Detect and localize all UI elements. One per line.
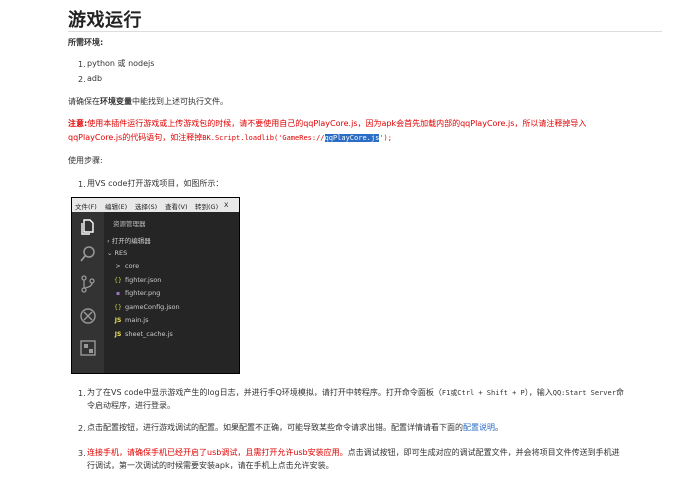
menu-item-more[interactable]: X	[224, 201, 228, 209]
list-number: 1.	[78, 60, 86, 69]
env-note: 请确保在环境变量中能找到上述可执行文件。	[68, 97, 228, 106]
config-docs-link[interactable]: 配置说明	[463, 423, 495, 432]
file-item-fighter-json[interactable]: {} fighter.json	[114, 276, 161, 284]
open-editors-section[interactable]: › 打开的编辑器	[107, 235, 151, 245]
search-icon[interactable]	[79, 245, 97, 263]
debug-icon[interactable]	[79, 307, 97, 325]
list-number: 1.	[78, 389, 86, 398]
step-3: 点击配置按钮，进行游戏调试的配置。如果配置不正确，可能导致某些命令请求出错。配置…	[87, 423, 503, 432]
file-item-gameconfig-json[interactable]: {} gameConfig.json	[114, 303, 179, 311]
file-item-core[interactable]: > core	[114, 262, 139, 270]
menu-item-file[interactable]: 文件(F)	[75, 201, 97, 211]
step-4-line-2: 行调试，第一次调试的时候需要安装apk，请在手机上点击允许安装。	[87, 461, 334, 470]
files-icon[interactable]	[79, 218, 97, 236]
step-2-line-1: 为了在VS code中显示游戏产生的log日志，并进行手Q环境模拟，请打开中转程…	[87, 388, 624, 397]
res-folder[interactable]: ⌄ RES	[107, 249, 127, 257]
list-number: 3.	[78, 449, 86, 458]
list-number: 2.	[78, 424, 86, 433]
list-number: 2.	[78, 75, 86, 84]
list-item: adb	[87, 74, 103, 83]
file-item-fighter-png[interactable]: ▪ fighter.png	[114, 289, 160, 297]
warning-line-2: qqPlayCore.js的代码语句，如注释掉BK.Script.loadlib…	[68, 133, 392, 142]
menu-item-view[interactable]: 查看(V)	[165, 201, 188, 211]
source-control-icon[interactable]	[79, 275, 97, 293]
menu-item-edit[interactable]: 编辑(E)	[105, 201, 127, 211]
menu-item-select[interactable]: 选择(S)	[135, 201, 157, 211]
explorer-panel: 资源管理器 › 打开的编辑器 ⌄ RES > core {} fighter.jso…	[104, 212, 239, 373]
steps-heading: 使用步骤:	[68, 156, 103, 165]
extensions-icon[interactable]	[79, 339, 97, 357]
menu-item-goto[interactable]: 转到(G)	[195, 201, 218, 211]
step-1: 用VS code打开游戏项目，如图所示：	[87, 179, 224, 188]
file-item-main-js[interactable]: JS main.js	[114, 316, 149, 324]
json-file-icon: {}	[114, 277, 122, 284]
image-file-icon: ▪	[115, 290, 121, 297]
explorer-title: 资源管理器	[113, 220, 146, 228]
list-number: 1.	[78, 180, 86, 189]
json-file-icon: {}	[114, 304, 122, 311]
js-file-icon: JS	[114, 331, 122, 338]
activity-bar	[72, 212, 104, 373]
js-file-icon: JS	[114, 317, 122, 324]
menu-bar: 文件(F) 编辑(E) 选择(S) 查看(V) 转到(G) X	[72, 198, 239, 212]
vscode-screenshot: 文件(F) 编辑(E) 选择(S) 查看(V) 转到(G) X 资源管理器 › …	[71, 197, 240, 374]
step-2-line-2: 令启动程序，进行登录。	[87, 401, 175, 410]
title-divider	[68, 31, 662, 32]
file-item-sheet-cache-js[interactable]: JS sheet_cache.js	[114, 330, 173, 338]
warning-line-1: 注意:使用本插件运行游戏或上传游戏包的时候，请不要使用自己的qqPlayCore…	[68, 119, 587, 128]
env-heading: 所需环境:	[68, 38, 104, 47]
chevron-right-icon: >	[115, 263, 121, 270]
list-item: python 或 nodejs	[87, 59, 155, 68]
page-title: 游戏运行	[68, 10, 142, 31]
step-4-line-1: 连接手机，请确保手机已经开启了usb调试，且需打开允许usb安装应用。点击调试按…	[87, 448, 620, 457]
